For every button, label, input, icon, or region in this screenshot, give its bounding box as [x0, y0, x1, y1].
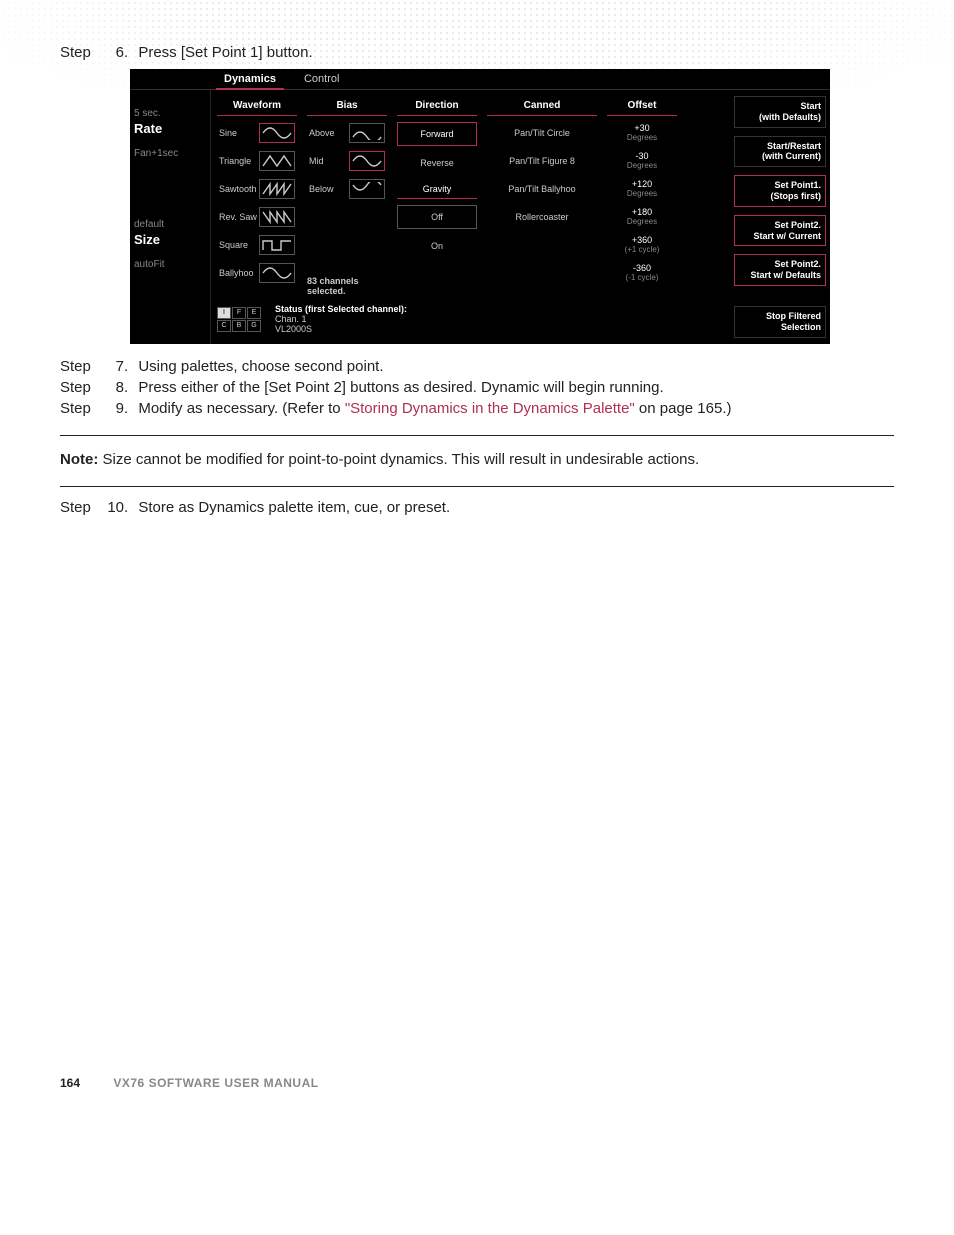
hdr-gravity: Gravity: [397, 180, 477, 199]
hdr-bias: Bias: [307, 96, 387, 116]
col-bias: Above Mid Below 83 channels selected.: [307, 122, 387, 296]
page-footer: 164 VX76 SOFTWARE USER MANUAL: [60, 1076, 319, 1090]
wave-sine[interactable]: Sine: [217, 122, 297, 144]
col-offset: +30Degrees -30Degrees +120Degrees +180De…: [607, 122, 677, 296]
note-rule-top: [60, 435, 894, 436]
offset-n30[interactable]: -30Degrees: [607, 150, 677, 172]
step-8: Step 8. Press either of the [Set Point 2…: [60, 379, 894, 396]
status-row: IFE CBG Status (first Selected channel):…: [217, 304, 677, 334]
btn-set-point-1[interactable]: Set Point1. (Stops first): [734, 175, 826, 207]
offset-180[interactable]: +180Degrees: [607, 206, 677, 228]
hdr-direction: Direction: [397, 96, 477, 116]
wave-square[interactable]: Square: [217, 234, 297, 256]
bias-above[interactable]: Above: [307, 122, 387, 144]
note-rule-bottom: [60, 486, 894, 487]
wave-ballyhoo[interactable]: Ballyhoo: [217, 262, 297, 284]
console-screenshot: Dynamics Control 5 sec. Rate Fan+1sec de…: [130, 69, 830, 344]
channels-selected: 83 channels selected.: [307, 276, 387, 296]
step-10: Step 10. Store as Dynamics palette item,…: [60, 499, 894, 516]
offset-30[interactable]: +30Degrees: [607, 122, 677, 144]
hdr-canned: Canned: [487, 96, 597, 116]
canned-circle[interactable]: Pan/Tilt Circle: [487, 122, 597, 144]
btn-set-point-2-defaults[interactable]: Set Point2. Start w/ Defaults: [734, 254, 826, 286]
left-sidebar: 5 sec. Rate Fan+1sec default Size autoFi…: [130, 90, 211, 344]
offset-n360[interactable]: -360(-1 cycle): [607, 262, 677, 284]
wave-sawtooth[interactable]: Sawtooth: [217, 178, 297, 200]
note: Note: Size cannot be modified for point-…: [60, 451, 894, 468]
wave-rev-saw[interactable]: Rev. Saw: [217, 206, 297, 228]
wave-triangle[interactable]: Triangle: [217, 150, 297, 172]
dir-forward[interactable]: Forward: [397, 122, 477, 146]
tab-control[interactable]: Control: [290, 69, 353, 89]
bias-below[interactable]: Below: [307, 178, 387, 200]
offset-120[interactable]: +120Degrees: [607, 178, 677, 200]
link-storing-dynamics[interactable]: "Storing Dynamics in the Dynamics Palett…: [345, 400, 635, 417]
tab-dynamics[interactable]: Dynamics: [210, 69, 290, 89]
gravity-on[interactable]: On: [397, 235, 477, 257]
col-waveform: Sine Triangle Sawtooth Rev. Saw Square B…: [217, 122, 297, 296]
gravity-off[interactable]: Off: [397, 205, 477, 229]
hdr-offset: Offset: [607, 96, 677, 116]
col-canned: Pan/Tilt Circle Pan/Tilt Figure 8 Pan/Ti…: [487, 122, 597, 296]
step-9: Step 9. Modify as necessary. (Refer to "…: [60, 400, 894, 417]
btn-set-point-2-current[interactable]: Set Point2. Start w/ Current: [734, 215, 826, 247]
filter-grid[interactable]: IFE CBG: [217, 307, 261, 332]
offset-360[interactable]: +360(+1 cycle): [607, 234, 677, 256]
btn-start[interactable]: Start (with Defaults): [734, 96, 826, 128]
canned-fig8[interactable]: Pan/Tilt Figure 8: [487, 150, 597, 172]
dir-reverse[interactable]: Reverse: [397, 152, 477, 174]
step-7: Step 7. Using palettes, choose second po…: [60, 358, 894, 375]
btn-restart[interactable]: Start/Restart (with Current): [734, 136, 826, 168]
step-6: Step 6. Press [Set Point 1] button.: [60, 44, 894, 61]
canned-roller[interactable]: Rollercoaster: [487, 206, 597, 228]
col-direction: Forward Reverse Gravity Off On: [397, 122, 477, 296]
btn-stop-filtered[interactable]: Stop Filtered Selection: [734, 306, 826, 338]
right-buttons: Start (with Defaults) Start/Restart (wit…: [730, 90, 830, 344]
hdr-waveform: Waveform: [217, 96, 297, 116]
bias-mid[interactable]: Mid: [307, 150, 387, 172]
canned-ballyhoo[interactable]: Pan/Tilt Ballyhoo: [487, 178, 597, 200]
